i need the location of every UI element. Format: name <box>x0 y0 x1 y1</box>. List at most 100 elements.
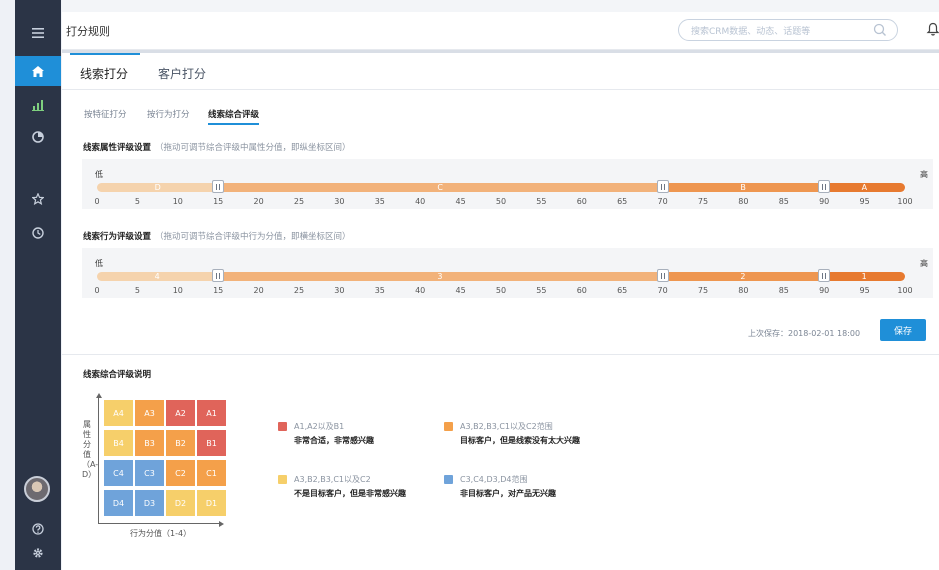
slider-high-label: 高 <box>920 170 928 179</box>
tab-by-feature[interactable]: 按特征打分 <box>84 108 127 120</box>
rating-cell: A4 <box>104 400 133 426</box>
slider-tick-label: 20 <box>253 286 264 295</box>
slider-tick-label: 5 <box>134 286 140 295</box>
slider-handle[interactable] <box>656 180 669 193</box>
slider-tick-label: 65 <box>617 286 628 295</box>
slider-tick-label: 25 <box>293 286 305 295</box>
sidebar-item-analytics[interactable] <box>15 122 61 152</box>
rating-cell: C4 <box>104 460 133 486</box>
page-title: 打分规则 <box>66 25 110 38</box>
sidebar-item-home[interactable] <box>15 56 61 86</box>
y-axis-label: 属性分值（A-D） <box>82 420 99 479</box>
slider-tick-label: 60 <box>576 197 587 206</box>
rating-cell: D2 <box>166 490 195 516</box>
rating-cell: A3 <box>135 400 164 426</box>
sidebar-item-favorites[interactable] <box>15 184 61 214</box>
last-saved-text: 上次保存：2018-02-01 18:00 <box>748 329 861 338</box>
slider-handle[interactable] <box>656 269 669 282</box>
slider-tick-label: 100 <box>897 286 913 295</box>
slider-segment: C <box>218 183 663 192</box>
sidebar-item-reports[interactable] <box>15 90 61 120</box>
slider-tick-label: 80 <box>738 197 749 206</box>
attribute-slider[interactable]: 低 高 D C B A 0 5 10 15 20 25 30 35 40 45 50 55 60 65 70 75 80… <box>82 159 933 209</box>
active-tab-indicator <box>70 53 140 55</box>
slider-handle[interactable] <box>212 180 225 193</box>
slider-tick-label: 90 <box>819 197 830 206</box>
slider-tick-label: 45 <box>455 197 466 206</box>
legend-title: A1,A2以及B1 <box>294 422 345 431</box>
legend-swatch <box>444 422 453 431</box>
rating-cell: B2 <box>166 430 195 456</box>
slider-tick-label: 50 <box>495 197 507 206</box>
sub-tab-indicator <box>208 123 259 125</box>
search-input[interactable]: 搜索CRM数据、动态、话题等 <box>678 19 898 41</box>
slider-tick-label: 90 <box>819 286 830 295</box>
tab-lead-scoring[interactable]: 线索打分 <box>80 65 128 82</box>
slider-high-label: 高 <box>920 259 928 268</box>
slider-segment-label: A <box>861 183 868 192</box>
rating-cell: B1 <box>197 430 226 456</box>
behavior-title-text: 线索行为评级设置 <box>83 232 152 242</box>
tab-by-behavior[interactable]: 按行为打分 <box>147 108 190 120</box>
slider-low-label: 低 <box>95 170 103 179</box>
attribute-title-text: 线索属性评级设置 <box>83 143 152 153</box>
section-divider <box>62 354 939 355</box>
tab-customer-scoring[interactable]: 客户打分 <box>158 65 206 82</box>
slider-tick-label: 100 <box>897 197 913 206</box>
x-axis-arrow <box>219 521 224 527</box>
menu-button[interactable] <box>15 18 61 48</box>
slider-tick-label: 5 <box>134 197 140 206</box>
y-axis-arrow <box>96 393 102 398</box>
slider-tick-label: 55 <box>536 197 547 206</box>
rating-cell: B4 <box>104 430 133 456</box>
slider-segment: A <box>824 183 905 192</box>
slider-segment: 3 <box>218 272 663 281</box>
slider-handle[interactable] <box>818 180 831 193</box>
slider-handle[interactable] <box>818 269 831 282</box>
search-placeholder: 搜索CRM数据、动态、话题等 <box>691 27 811 37</box>
slider-tick-label: 60 <box>576 286 587 295</box>
settings-button[interactable] <box>15 538 61 568</box>
slider-tick-label: 15 <box>213 286 224 295</box>
search-icon[interactable] <box>873 23 887 37</box>
slider-tick-label: 55 <box>536 286 547 295</box>
slider-tick-label: 30 <box>334 286 345 295</box>
slider-segment: D <box>97 183 219 192</box>
slider-tick-label: 65 <box>617 197 628 206</box>
bell-icon[interactable] <box>926 22 939 36</box>
slider-tick-label: 95 <box>859 286 870 295</box>
tab-composite-rating[interactable]: 线索综合评级 <box>208 108 259 120</box>
slider-tick-label: 0 <box>94 286 100 295</box>
slider-tick-label: 40 <box>415 286 426 295</box>
menu-icon <box>32 28 44 38</box>
rating-cell: C1 <box>197 460 226 486</box>
y-axis <box>98 397 99 524</box>
sub-tab-bar: 按特征打分 按行为打分 线索综合评级 <box>62 108 939 126</box>
slider-segment: 1 <box>824 272 905 281</box>
rating-cell: D4 <box>104 490 133 516</box>
slider-segment-label: C <box>437 183 443 192</box>
slider-tick-label: 80 <box>738 286 749 295</box>
rating-cell: D3 <box>135 490 164 516</box>
slider-segment: 2 <box>662 272 825 281</box>
sidebar <box>0 0 62 570</box>
top-bar: 打分规则 搜索CRM数据、动态、话题等 <box>62 12 939 50</box>
home-icon <box>32 65 44 77</box>
slider-segment-label: B <box>740 183 746 192</box>
behavior-slider[interactable]: 低 高 4 3 2 1 0 5 10 15 20 25 30 35 40 45 50 55 60 65 70 75 80… <box>82 248 933 298</box>
slider-tick-label: 85 <box>778 286 789 295</box>
slider-segment-label: 1 <box>861 272 867 281</box>
content-panel: 线索打分 客户打分 按特征打分 按行为打分 线索综合评级 线索属性评级设置 （拖动… <box>62 53 939 570</box>
save-button[interactable]: 保存 <box>880 319 926 341</box>
slider-handle[interactable] <box>212 269 225 282</box>
slider-tick-label: 0 <box>94 197 100 206</box>
star-icon <box>32 193 44 205</box>
slider-tick-label: 15 <box>213 197 224 206</box>
slider-tick-label: 10 <box>172 286 183 295</box>
avatar[interactable] <box>24 476 50 502</box>
sidebar-item-history[interactable] <box>15 218 61 248</box>
slider-tick-label: 70 <box>657 197 668 206</box>
slider-segment-label: D <box>154 183 161 192</box>
legend-swatch <box>444 475 453 484</box>
legend-title: A3,B2,B3,C1以及C2 <box>294 475 371 484</box>
